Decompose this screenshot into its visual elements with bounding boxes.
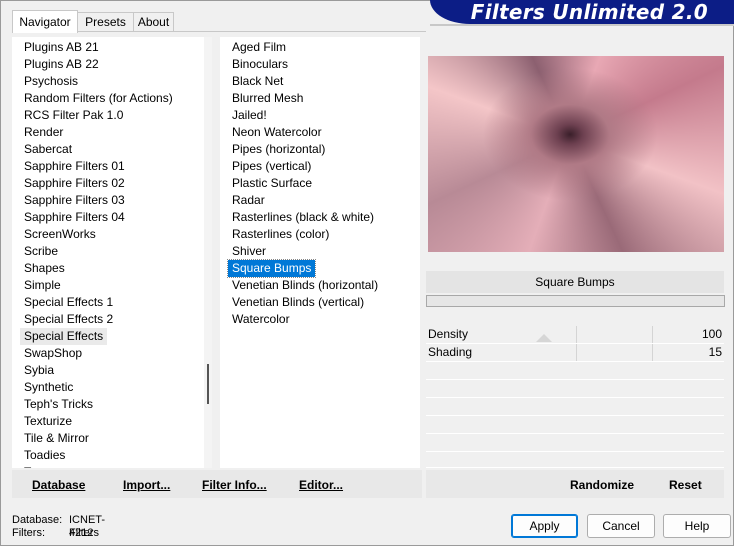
reset-button[interactable]: Reset xyxy=(669,476,702,494)
filter-item[interactable]: Blurred Mesh xyxy=(228,90,307,107)
param-row-empty xyxy=(426,452,724,468)
category-item[interactable]: Sabercat xyxy=(20,141,76,158)
category-item[interactable]: Tile & Mirror xyxy=(20,430,93,447)
category-item[interactable]: Psychosis xyxy=(20,73,82,90)
filter-item[interactable]: Black Net xyxy=(228,73,287,90)
category-item[interactable]: Toadies xyxy=(20,447,69,464)
param-value: 15 xyxy=(708,345,722,359)
category-item[interactable]: RCS Filter Pak 1.0 xyxy=(20,107,127,124)
help-button[interactable]: Help xyxy=(663,514,731,538)
category-scrollbar[interactable] xyxy=(204,37,212,468)
filter-info-button[interactable]: Filter Info... xyxy=(202,476,267,494)
category-item[interactable]: Tr... xyxy=(20,464,48,468)
filters-info: Filters: 4212 xyxy=(12,527,93,540)
filter-item[interactable]: Neon Watercolor xyxy=(228,124,326,141)
param-row-empty xyxy=(426,434,724,452)
slider-tick xyxy=(652,344,653,361)
filter-item[interactable]: Plastic Surface xyxy=(228,175,316,192)
category-list[interactable]: Plugins AB 21 Plugins AB 22 Psychosis Rando… xyxy=(12,37,212,468)
parameter-panel: Density 100 Shading 15 xyxy=(426,326,724,468)
category-item[interactable]: Special Effects 1 xyxy=(20,294,117,311)
param-label: Shading xyxy=(428,345,473,359)
filter-list[interactable]: Aged Film Binoculars Black Net Blurred Mesh… xyxy=(220,37,420,468)
category-item[interactable]: Sapphire Filters 01 xyxy=(20,158,129,175)
import-button[interactable]: Import... xyxy=(123,476,170,494)
preview-filter-name: Square Bumps xyxy=(426,271,724,293)
randomize-button[interactable]: Randomize xyxy=(570,476,634,494)
cancel-button[interactable]: Cancel xyxy=(587,514,655,538)
tab-navigator[interactable]: Navigator xyxy=(12,10,78,33)
editor-button[interactable]: Editor... xyxy=(299,476,343,494)
category-item[interactable]: Sapphire Filters 04 xyxy=(20,209,129,226)
category-item[interactable]: Simple xyxy=(20,277,65,294)
slider-tick xyxy=(576,326,577,343)
database-button[interactable]: Database xyxy=(32,476,85,494)
param-row-empty xyxy=(426,362,724,380)
param-value: 100 xyxy=(701,327,722,341)
tab-about[interactable]: About xyxy=(133,12,174,32)
filter-item[interactable]: Aged Film xyxy=(228,39,290,56)
category-item[interactable]: Special Effects xyxy=(20,328,108,345)
filters-count: 4212 xyxy=(69,527,94,539)
category-item[interactable]: Sybia xyxy=(20,362,58,379)
filter-item[interactable]: Pipes (vertical) xyxy=(228,158,315,175)
progress-bar xyxy=(426,295,725,307)
param-row-empty xyxy=(426,398,724,416)
banner-divider xyxy=(430,24,734,26)
category-item[interactable]: Render xyxy=(20,124,67,141)
param-label: Density xyxy=(428,327,469,341)
category-item[interactable]: Scribe xyxy=(20,243,62,260)
database-label: Database: xyxy=(12,514,63,526)
filter-item[interactable]: Watercolor xyxy=(228,311,294,328)
category-scroll-thumb[interactable] xyxy=(207,364,209,404)
category-item[interactable]: Special Effects 2 xyxy=(20,311,117,328)
category-item[interactable]: ScreenWorks xyxy=(20,226,100,243)
filter-item[interactable]: Shiver xyxy=(228,243,270,260)
title-banner: Filters Unlimited 2.0 xyxy=(430,0,734,24)
slider-tick xyxy=(652,326,653,343)
param-row-shading[interactable]: Shading 15 xyxy=(426,344,724,362)
category-item[interactable]: Sapphire Filters 03 xyxy=(20,192,129,209)
slider-marker xyxy=(536,334,552,342)
filter-item[interactable]: Binoculars xyxy=(228,56,292,73)
filter-item[interactable]: Pipes (horizontal) xyxy=(228,141,329,158)
category-item[interactable]: Random Filters (for Actions) xyxy=(20,90,177,107)
filter-item[interactable]: Venetian Blinds (horizontal) xyxy=(228,277,382,294)
banner-title: Filters Unlimited 2.0 xyxy=(470,0,708,24)
filter-item[interactable]: Jailed! xyxy=(228,107,271,124)
category-item[interactable]: Teph's Tricks xyxy=(20,396,97,413)
category-item[interactable]: Texturize xyxy=(20,413,76,430)
category-item[interactable]: Plugins AB 21 xyxy=(20,39,103,56)
database-info: Database: ICNET-Filters xyxy=(12,514,105,539)
param-row-empty xyxy=(426,416,724,434)
filter-item[interactable]: Rasterlines (black & white) xyxy=(228,209,378,226)
category-item[interactable]: SwapShop xyxy=(20,345,86,362)
category-item[interactable]: Plugins AB 22 xyxy=(20,56,103,73)
slider-tick xyxy=(576,344,577,361)
filter-item[interactable]: Rasterlines (color) xyxy=(228,226,333,243)
param-row-empty xyxy=(426,380,724,398)
filter-item[interactable]: Square Bumps xyxy=(226,259,317,278)
param-row-density[interactable]: Density 100 xyxy=(426,326,724,344)
category-item[interactable]: Sapphire Filters 02 xyxy=(20,175,129,192)
filter-item[interactable]: Venetian Blinds (vertical) xyxy=(228,294,368,311)
category-item[interactable]: Synthetic xyxy=(20,379,77,396)
preview-image[interactable] xyxy=(428,56,724,252)
category-item[interactable]: Shapes xyxy=(20,260,69,277)
apply-button[interactable]: Apply xyxy=(511,514,578,538)
tab-presets[interactable]: Presets xyxy=(77,12,134,32)
filters-label: Filters: xyxy=(12,527,45,539)
filter-item[interactable]: Radar xyxy=(228,192,269,209)
